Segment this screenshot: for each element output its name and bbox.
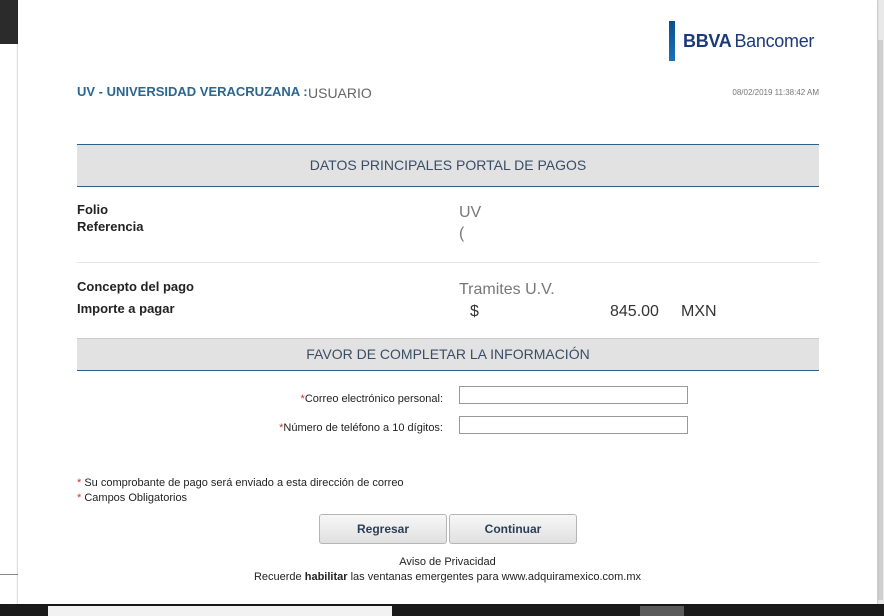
reminder-text-pre: Recuerde (253, 571, 302, 583)
concepto-value: Tramites U.V. (459, 281, 555, 298)
scrollbar-thumb[interactable] (878, 40, 883, 600)
email-field[interactable] (459, 386, 688, 404)
bbva-logo-mark-icon (669, 21, 675, 61)
email-label-text: Correo electrónico personal: (304, 393, 443, 405)
concepto-label: Concepto del pago (77, 279, 194, 294)
background-window-edge (0, 44, 18, 604)
privacy-link[interactable]: Aviso de Privacidad (18, 556, 877, 568)
reminder-text-post: las ventanas emergentes para www.adquira… (350, 571, 642, 583)
section-header-datos: DATOS PRINCIPALES PORTAL DE PAGOS (77, 144, 819, 187)
importe-amount: 845.00 (610, 303, 659, 320)
importe-label: Importe a pagar (77, 301, 175, 316)
back-button[interactable]: Regresar (319, 514, 447, 544)
required-mark: * (77, 477, 82, 489)
note-required: * Campos Obligatorios (77, 492, 187, 504)
required-mark: * (77, 492, 82, 504)
user-label: USUARIO (308, 85, 372, 101)
popup-reminder: Recuerde habilitar las ventanas emergent… (18, 571, 877, 583)
phone-label-text: Número de teléfono a 10 dígitos: (283, 422, 443, 434)
logo-bold-text: BBVA (683, 30, 732, 51)
importe-currency-code: MXN (681, 303, 717, 320)
taskbar-item[interactable] (640, 606, 684, 616)
note-email: * Su comprobante de pago será enviado a … (77, 477, 404, 489)
taskbar-item[interactable] (48, 606, 392, 616)
note-required-text: Campos Obligatorios (84, 492, 188, 504)
payment-portal-page: BBVA Bancomer UV - UNIVERSIDAD VERACRUZA… (18, 0, 877, 604)
continue-button[interactable]: Continuar (449, 514, 577, 544)
referencia-value: ( (459, 225, 465, 242)
divider (77, 262, 819, 263)
email-label: *Correo electrónico personal: (301, 393, 443, 405)
phone-field[interactable] (459, 416, 688, 434)
bbva-bancomer-logo: BBVA Bancomer (669, 19, 829, 63)
folio-value: UV (459, 204, 482, 221)
folio-label: Folio (77, 202, 109, 217)
note-email-text: Su comprobante de pago será enviado a es… (84, 477, 404, 489)
referencia-label: Referencia (77, 219, 144, 234)
scrollbar[interactable] (877, 0, 884, 604)
timestamp: 08/02/2019 11:38:42 AM (732, 88, 819, 97)
divider (0, 574, 18, 575)
reminder-text-bold: habilitar (304, 571, 348, 583)
phone-label: *Número de teléfono a 10 dígitos: (279, 422, 443, 434)
logo-regular-text: Bancomer (734, 30, 815, 51)
section-header-form: FAVOR DE COMPLETAR LA INFORMACIÓN (77, 338, 819, 371)
taskbar (0, 604, 884, 616)
organization-title: UV - UNIVERSIDAD VERACRUZANA : (77, 84, 308, 99)
importe-currency: $ (470, 303, 479, 320)
